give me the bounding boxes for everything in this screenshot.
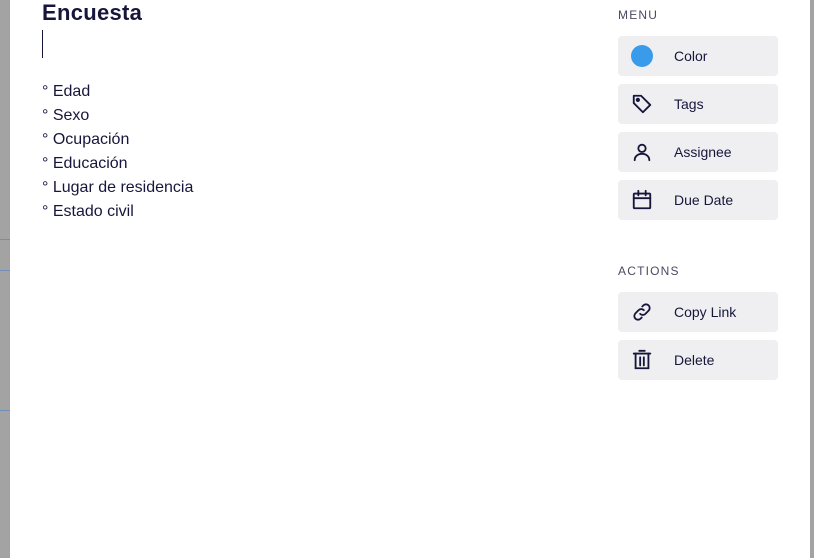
backdrop-line [0,270,10,271]
list-item: ° Educación [42,155,128,172]
text-cursor [42,30,43,58]
due-date-label: Due Date [674,192,734,208]
tag-icon [630,92,654,116]
user-icon [630,140,654,164]
card-description[interactable]: ° Edad ° Sexo ° Ocupación ° Educación ° … [42,80,193,224]
actions-heading: ACTIONS [618,264,680,278]
list-item: ° Edad [42,83,91,100]
backdrop-line [0,410,10,411]
menu-heading: MENU [618,8,659,22]
color-label: Color [674,48,708,64]
list-item: ° Sexo [42,107,90,124]
color-dot-icon [630,44,654,68]
backdrop-left [0,0,10,558]
list-item: ° Estado civil [42,203,134,220]
due-date-button[interactable]: Due Date [618,180,778,220]
color-button[interactable]: Color [618,36,778,76]
copy-link-button[interactable]: Copy Link [618,292,778,332]
tags-label: Tags [674,96,704,112]
link-icon [630,300,654,324]
copy-link-label: Copy Link [674,304,737,320]
assignee-button[interactable]: Assignee [618,132,778,172]
assignee-label: Assignee [674,144,732,160]
calendar-icon [630,188,654,212]
tags-button[interactable]: Tags [618,84,778,124]
delete-label: Delete [674,352,715,368]
list-item: ° Lugar de residencia [42,179,194,196]
delete-button[interactable]: Delete [618,340,778,380]
backdrop-right [810,0,814,558]
color-swatch [631,45,653,67]
trash-icon [630,348,654,372]
list-item: ° Ocupación [42,131,130,148]
backdrop-line [0,239,10,240]
card-detail-modal: Encuesta ° Edad ° Sexo ° Ocupación ° Edu… [10,0,810,558]
card-title[interactable]: Encuesta [42,0,142,26]
